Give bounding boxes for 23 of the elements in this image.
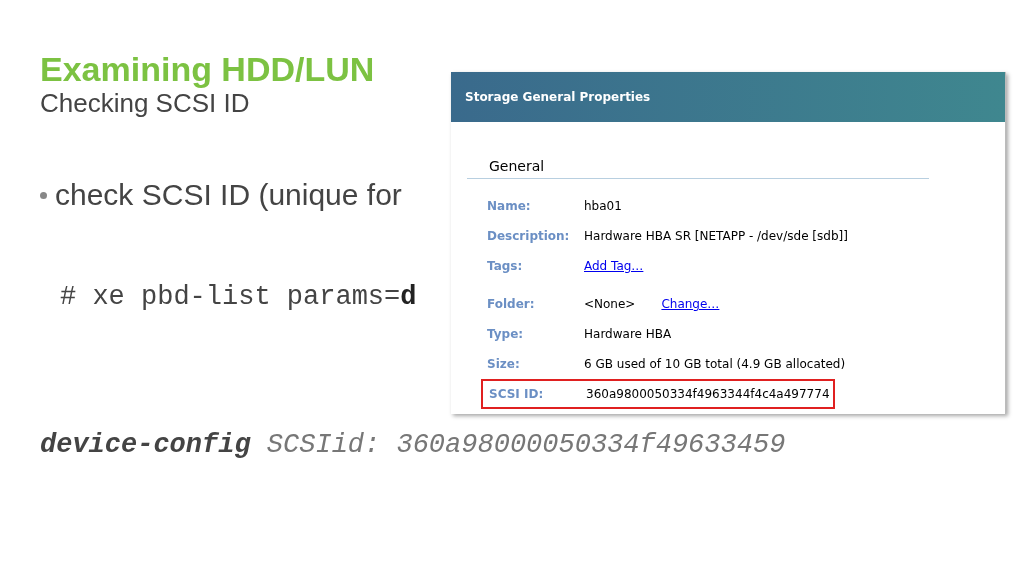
field-label: Folder: (487, 297, 536, 311)
field-link[interactable]: Change… (661, 297, 720, 311)
slide-title: Examining HDD/LUN (40, 50, 375, 88)
slide-subtitle: Checking SCSI ID (40, 88, 250, 118)
field-value: 6 GB used of 10 GB total (4.9 GB allocated) (584, 357, 846, 371)
field-label: Description: (487, 229, 571, 243)
field-label: Type: (487, 327, 525, 341)
command-text: # xe pbd-list params=d (60, 282, 417, 312)
bullet-dot-icon (40, 191, 47, 199)
command-output: device-config SCSIid: 360a98000050334f49633459 (40, 430, 786, 460)
field-label: Name: (487, 199, 532, 213)
bullet-text: check SCSI ID (unique for (55, 178, 402, 212)
field-label: SCSI ID: (489, 387, 545, 401)
field-label: Tags: (487, 259, 524, 273)
field-link[interactable]: Add Tag… (584, 259, 644, 273)
field-value: 360a9800050334f4963344f4c4a497774 (586, 387, 830, 401)
panel-title: Storage General Properties (465, 90, 651, 104)
field-label: Size: (487, 357, 521, 371)
field-value: <None> (584, 297, 636, 311)
field-value: hba01 (584, 199, 622, 213)
section-heading: General (467, 158, 929, 179)
field-value: Hardware HBA SR [NETAPP - /dev/sde [sdb]] (584, 229, 848, 243)
field-value: Hardware HBA (584, 327, 672, 341)
